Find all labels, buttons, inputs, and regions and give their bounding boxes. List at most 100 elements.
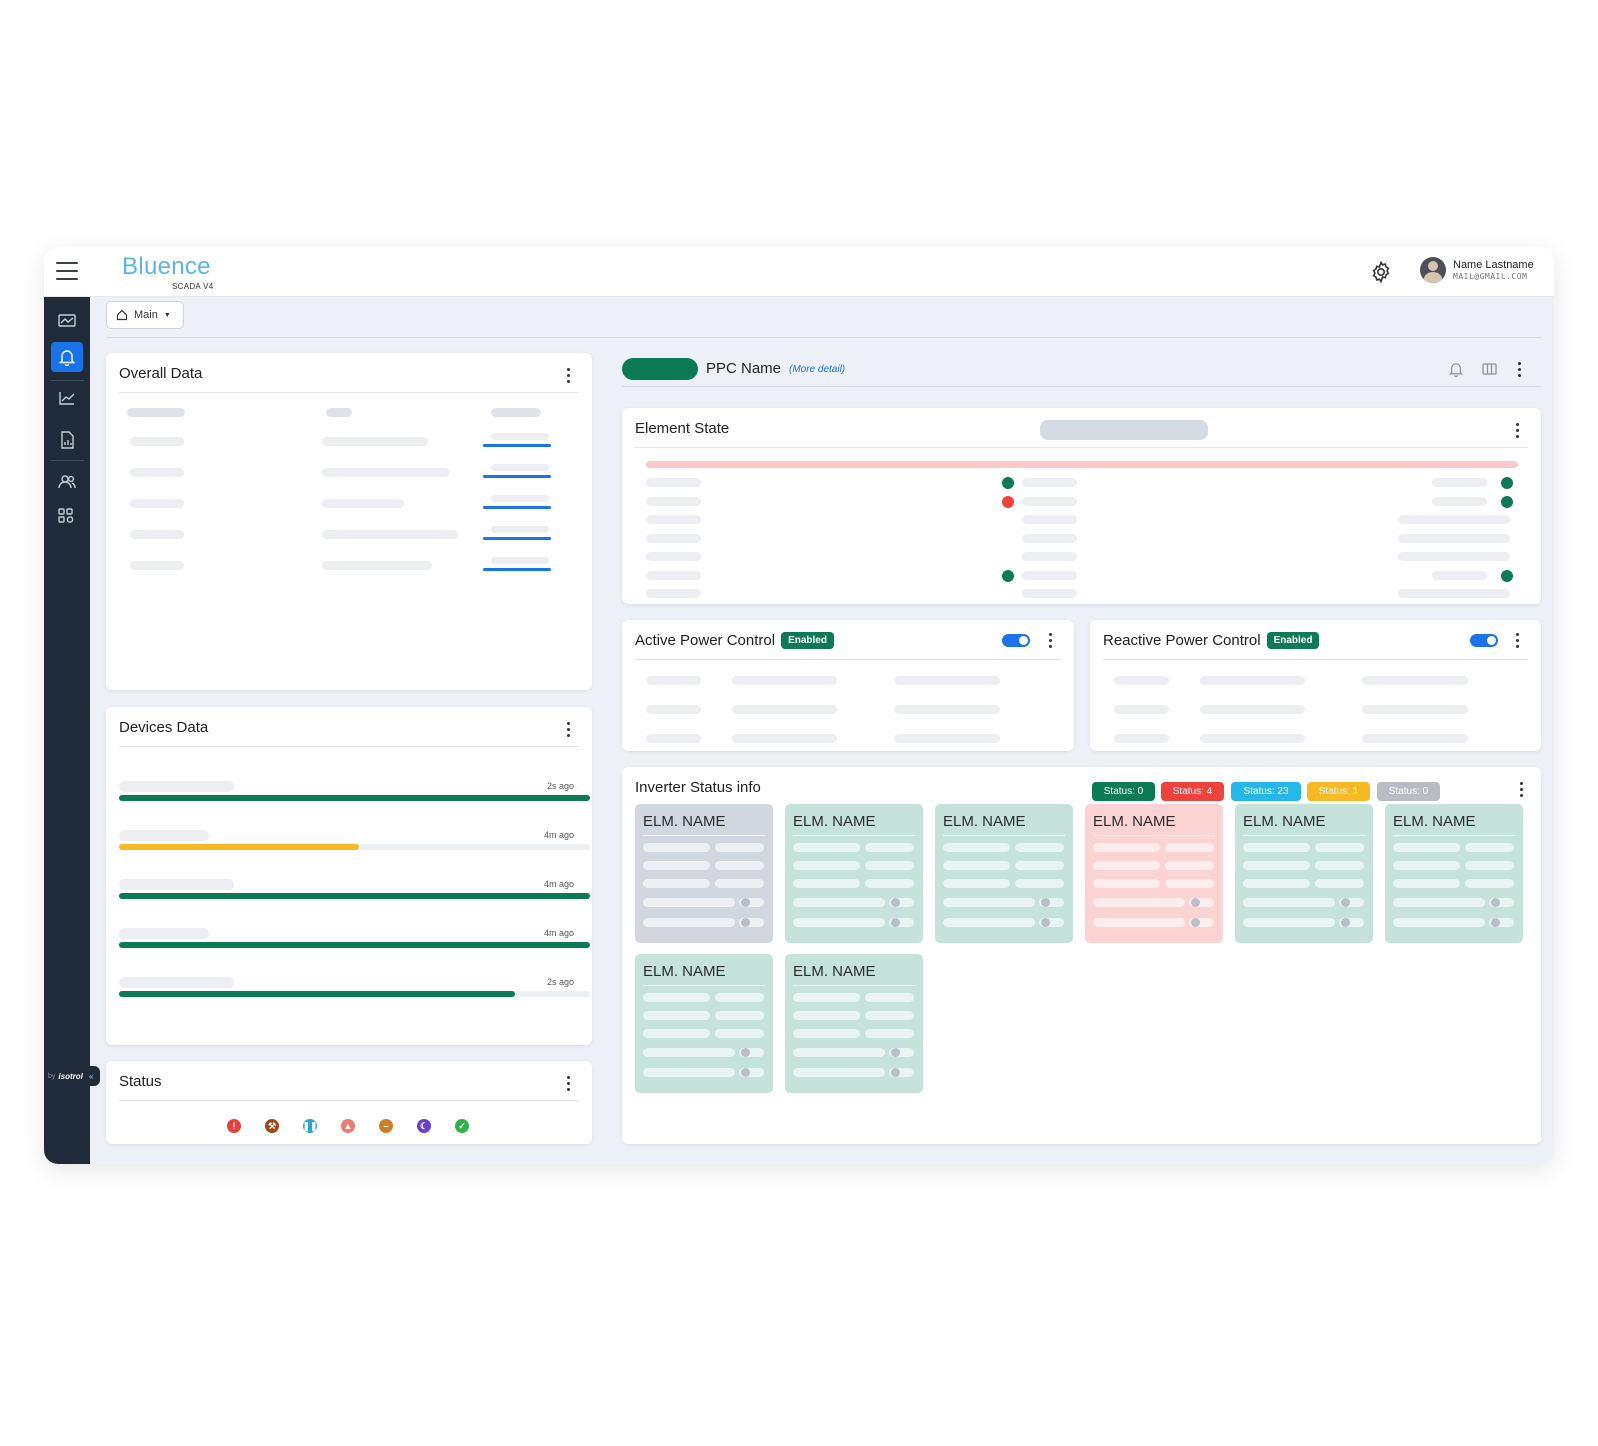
user-menu[interactable]: Name Lastname MAIL@GMAIL.COM xyxy=(1420,257,1534,283)
status-filter-badge[interactable]: Status: 4 xyxy=(1161,782,1224,801)
status-filter-badge[interactable]: Status: 0 xyxy=(1092,782,1155,801)
more-options-icon[interactable] xyxy=(1046,631,1054,649)
inverter-element-card[interactable]: ELM. NAME xyxy=(785,804,923,943)
wrench-icon[interactable]: ⚒ xyxy=(265,1119,279,1133)
sidebar-item-monitor[interactable] xyxy=(51,306,83,336)
more-options-icon[interactable] xyxy=(1517,780,1525,798)
element-field xyxy=(865,1011,914,1020)
element-field xyxy=(1093,843,1160,852)
status-filter-badge[interactable]: Status: 23 xyxy=(1231,782,1301,801)
element-value xyxy=(1432,570,1487,580)
inverter-element-card[interactable]: ELM. NAME xyxy=(935,804,1073,943)
device-progress-track xyxy=(119,893,590,899)
more-options-icon[interactable] xyxy=(564,1074,572,1092)
bell-icon[interactable] xyxy=(1447,360,1465,378)
trend-chart-icon xyxy=(59,392,75,405)
brand-logo[interactable]: Bluence SCADA V4 xyxy=(122,253,213,291)
element-field xyxy=(643,1029,710,1038)
element-search-input[interactable] xyxy=(1040,420,1208,440)
device-last-update: 4m ago xyxy=(543,928,574,938)
device-last-update: 4m ago xyxy=(543,830,574,840)
element-field xyxy=(793,1048,885,1057)
sidebar-item-trends[interactable] xyxy=(51,383,83,413)
element-value xyxy=(1398,515,1510,524)
sidebar-item-reports[interactable] xyxy=(51,425,83,455)
element-name: ELM. NAME xyxy=(643,963,726,980)
more-options-icon[interactable] xyxy=(564,366,572,384)
pause-icon[interactable]: ❚❚ xyxy=(302,1119,318,1133)
sidebar-item-users[interactable] xyxy=(51,467,83,497)
placeholder-value xyxy=(322,499,404,508)
active-power-toggle[interactable] xyxy=(1002,634,1030,647)
user-email: MAIL@GMAIL.COM xyxy=(1453,272,1528,281)
more-options-icon[interactable] xyxy=(564,720,572,738)
sidebar-item-apps[interactable] xyxy=(51,501,83,531)
menu-icon[interactable] xyxy=(56,262,78,280)
element-field xyxy=(865,861,914,870)
gear-icon[interactable] xyxy=(1369,260,1393,284)
element-value xyxy=(1432,496,1487,506)
error-icon[interactable]: ! xyxy=(227,1119,241,1133)
element-switch-knob xyxy=(891,1048,900,1057)
element-divider xyxy=(793,835,915,836)
element-switch-knob xyxy=(741,898,750,907)
inverter-element-card[interactable]: ELM. NAME xyxy=(785,954,923,1093)
isotrol-badge[interactable]: by isotrol « xyxy=(44,1066,100,1086)
check-icon[interactable]: ✓ xyxy=(455,1119,469,1133)
card-divider xyxy=(119,746,579,747)
warning-icon[interactable]: ▲ xyxy=(341,1119,355,1133)
stop-icon[interactable]: – xyxy=(379,1119,393,1133)
header-divider xyxy=(106,337,1541,338)
sidebar-item-alarms[interactable] xyxy=(51,342,83,372)
element-name: ELM. NAME xyxy=(943,813,1026,830)
device-name-placeholder xyxy=(119,879,234,890)
element-field xyxy=(1393,879,1460,888)
inverter-element-card[interactable]: ELM. NAME xyxy=(1085,804,1223,943)
card-title: Reactive Power Control Enabled xyxy=(1103,632,1320,649)
card-divider xyxy=(635,659,1061,660)
placeholder-value xyxy=(322,468,450,477)
element-switch-knob xyxy=(891,1068,900,1077)
element-value xyxy=(1432,478,1487,487)
element-label xyxy=(646,589,701,598)
ppc-name: PPC Name xyxy=(706,360,782,377)
element-switch-knob xyxy=(1191,918,1200,927)
inverter-element-card[interactable]: ELM. NAME xyxy=(635,954,773,1093)
status-filter-badge[interactable]: Status: 0 xyxy=(1377,782,1440,801)
device-progress-track xyxy=(119,844,590,850)
element-field xyxy=(715,843,764,852)
inverter-element-card[interactable]: ELM. NAME xyxy=(1385,804,1523,943)
device-progress-bar xyxy=(119,795,590,801)
moon-icon[interactable]: ☾ xyxy=(417,1119,431,1133)
more-options-icon[interactable] xyxy=(1513,421,1521,439)
control-label xyxy=(646,705,701,714)
inverter-element-card[interactable]: ELM. NAME xyxy=(1235,804,1373,943)
reactive-power-toggle[interactable] xyxy=(1470,634,1498,647)
status-filter-badge[interactable]: Status: 1 xyxy=(1307,782,1370,801)
inverter-element-card[interactable]: ELM. NAME xyxy=(635,804,773,943)
element-field xyxy=(1093,898,1185,907)
main-dropdown-button[interactable]: Main ▼ xyxy=(106,301,184,329)
element-name: ELM. NAME xyxy=(643,813,726,830)
chevron-down-icon: ▼ xyxy=(163,311,171,319)
device-name-placeholder xyxy=(119,928,209,939)
element-switch-knob xyxy=(891,918,900,927)
element-field xyxy=(1165,843,1214,852)
device-last-update: 2s ago xyxy=(546,781,574,791)
more-detail-link[interactable]: (More detail) xyxy=(789,364,845,375)
control-value xyxy=(894,676,1000,685)
more-options-icon[interactable] xyxy=(1515,360,1523,378)
element-switch-knob xyxy=(1341,918,1350,927)
element-field xyxy=(1093,918,1185,927)
element-field xyxy=(793,993,860,1002)
card-divider xyxy=(1103,659,1528,660)
element-switch-knob xyxy=(741,1068,750,1077)
control-value xyxy=(1200,705,1305,714)
control-value xyxy=(1200,734,1305,743)
element-field xyxy=(715,993,764,1002)
more-options-icon[interactable] xyxy=(1513,631,1521,649)
collapse-icon[interactable]: « xyxy=(89,1072,93,1081)
device-progress-track xyxy=(119,942,590,948)
element-field xyxy=(1243,843,1310,852)
columns-icon[interactable] xyxy=(1480,360,1498,378)
